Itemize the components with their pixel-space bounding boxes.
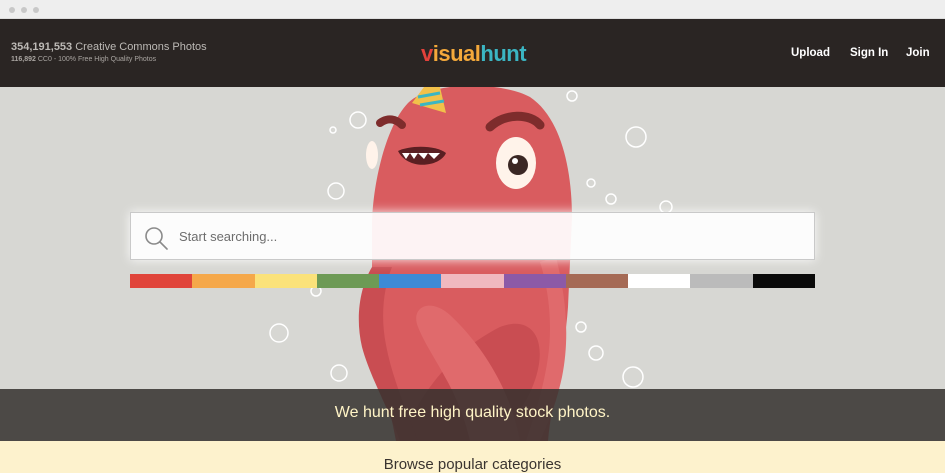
color-swatch-purple[interactable] [503, 274, 566, 288]
window-dot-icon [33, 7, 39, 13]
color-swatch-blue[interactable] [379, 274, 442, 288]
color-swatch-brown[interactable] [565, 274, 629, 288]
logo-text-hunt: hunt [480, 41, 527, 66]
color-swatch-green[interactable] [316, 274, 380, 288]
color-swatch-pink[interactable] [441, 274, 504, 288]
categories-heading: Browse popular categories [383, 456, 562, 473]
search-icon [145, 227, 168, 250]
window-dot-icon [21, 7, 27, 13]
visualhunt-logo[interactable]: visualhunt [421, 41, 527, 67]
tagline-banner: We hunt free high quality stock photos. [0, 389, 945, 441]
logo-text-isual: isual [432, 41, 481, 66]
color-filter-bar [130, 274, 815, 288]
cc0-photos-count: 116,892 [11, 56, 36, 63]
search-input[interactable] [179, 213, 799, 259]
tagline-text: We hunt free high quality stock photos. [334, 404, 611, 421]
color-swatch-black[interactable] [752, 274, 815, 288]
sign-in-link[interactable]: Sign In [850, 47, 888, 59]
logo-letter-v: v [421, 41, 433, 66]
total-photos-count: 354,191,553 [11, 41, 73, 53]
browser-window: 354,191,553 Creative Commons Photos 116,… [0, 0, 945, 473]
search-box[interactable] [130, 212, 815, 260]
window-dot-icon [9, 7, 15, 13]
octopus-body [358, 87, 572, 441]
color-swatch-orange[interactable] [192, 274, 255, 288]
upload-link[interactable]: Upload [791, 47, 830, 59]
octopus-illustration [269, 87, 673, 441]
color-swatch-red[interactable] [130, 274, 193, 288]
photo-stats: 354,191,553 Creative Commons Photos 116,… [11, 41, 207, 65]
color-swatch-gray[interactable] [690, 274, 753, 288]
join-link[interactable]: Join [906, 47, 930, 59]
window-chrome [0, 0, 945, 19]
cc0-photos-stat: 116,892 CC0 - 100% Free High Quality Pho… [11, 55, 207, 65]
color-swatch-yellow[interactable] [254, 274, 317, 288]
top-navbar: 354,191,553 Creative Commons Photos 116,… [0, 19, 945, 87]
color-swatch-white[interactable] [628, 274, 691, 288]
categories-section: Browse popular categories [0, 441, 945, 473]
cc0-photos-label: CC0 - 100% Free High Quality Photos [35, 56, 157, 63]
total-photos-stat: 354,191,553 Creative Commons Photos [11, 41, 207, 54]
total-photos-label: Creative Commons Photos [72, 41, 207, 53]
hero-section: We hunt free high quality stock photos. [0, 87, 945, 441]
